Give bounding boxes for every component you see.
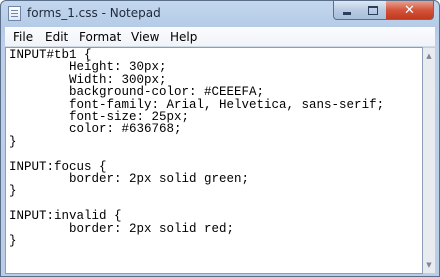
notepad-window: forms_1.css - Notepad ✕ File Edit Format… (0, 0, 440, 277)
title-bar[interactable]: forms_1.css - Notepad ✕ (1, 1, 439, 25)
window-title: forms_1.css - Notepad (27, 6, 161, 20)
close-icon: ✕ (404, 2, 415, 18)
scroll-down-icon[interactable]: ▼ (424, 259, 434, 271)
minimize-icon (343, 11, 351, 15)
notepad-icon[interactable] (8, 6, 21, 21)
minimize-button[interactable] (333, 1, 361, 20)
menu-file[interactable]: File (13, 30, 33, 44)
menu-edit[interactable]: Edit (45, 30, 68, 44)
vertical-scrollbar[interactable]: ▲ ▼ (423, 47, 436, 274)
editor-content[interactable]: INPUT#tb1 { Height: 30px; Width: 300px; … (6, 48, 422, 249)
menu-bar: File Edit Format View Help (5, 27, 435, 47)
maximize-icon (368, 5, 378, 15)
scroll-up-icon[interactable]: ▲ (424, 50, 434, 62)
maximize-button[interactable] (360, 1, 387, 20)
text-editor[interactable]: INPUT#tb1 { Height: 30px; Width: 300px; … (5, 47, 423, 274)
close-button[interactable]: ✕ (386, 1, 434, 20)
menu-view[interactable]: View (131, 30, 159, 44)
menu-format[interactable]: Format (79, 30, 121, 44)
menu-help[interactable]: Help (170, 30, 197, 44)
